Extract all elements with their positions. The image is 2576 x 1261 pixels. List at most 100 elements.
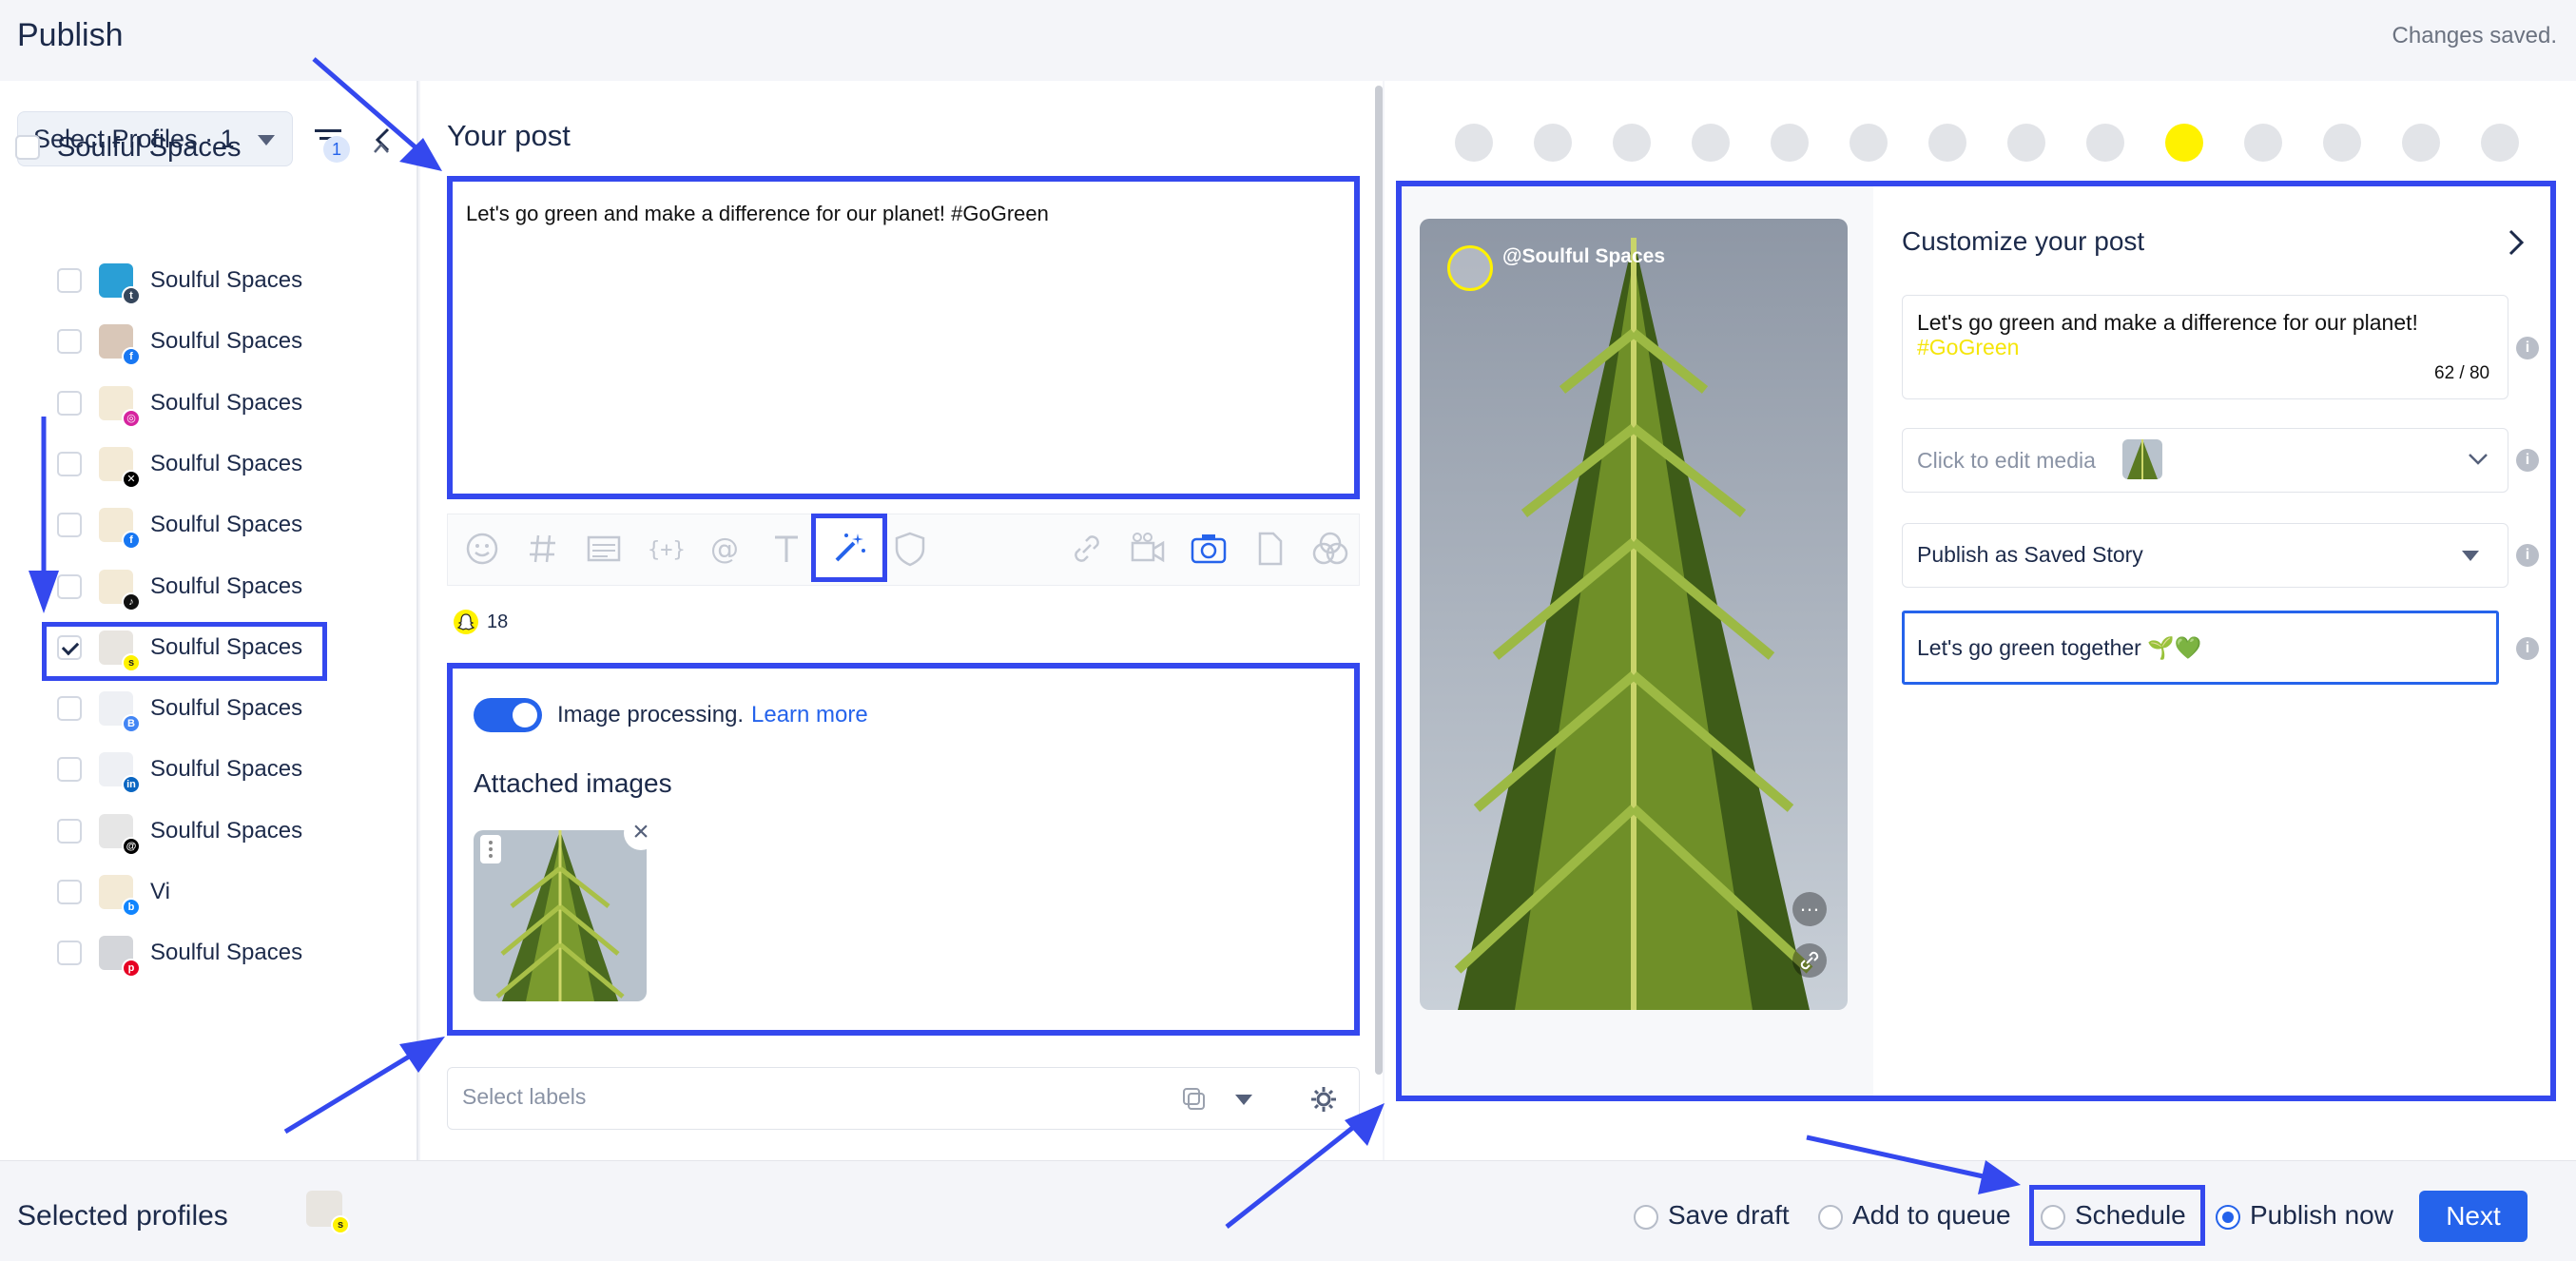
selected-profiles-label: Selected profiles	[17, 1200, 228, 1232]
info-icon[interactable]: i	[2516, 637, 2539, 660]
document-icon[interactable]	[1249, 528, 1290, 570]
publish-now-label[interactable]: Publish now	[2250, 1200, 2393, 1231]
publish-now-radio[interactable]	[2216, 1205, 2240, 1230]
profile-checkbox[interactable]	[57, 573, 82, 599]
edit-media-placeholder: Click to edit media	[1917, 448, 2096, 473]
profile-checkbox[interactable]	[57, 268, 82, 293]
profile-avatar: ✕	[99, 446, 141, 489]
tumblr-tab-icon[interactable]	[2323, 124, 2361, 162]
instagram-tab-icon[interactable]	[1534, 124, 1572, 162]
gmb-post-tab-icon[interactable]	[2244, 124, 2282, 162]
gear-icon[interactable]	[1309, 1085, 1338, 1114]
bluesky-tab-icon[interactable]	[2481, 124, 2519, 162]
caption-hashtag: #GoGreen	[1917, 335, 2020, 359]
facebook-tab-icon[interactable]	[1455, 124, 1493, 162]
pinterest-icon: p	[122, 959, 141, 979]
profile-row-x[interactable]: ✕ Soulful Spaces	[57, 440, 371, 489]
video-icon[interactable]	[1127, 528, 1169, 570]
threads-tab-icon[interactable]	[2402, 124, 2440, 162]
profile-checkbox[interactable]	[57, 513, 82, 538]
post-text[interactable]: Let's go green and make a difference for…	[466, 202, 1049, 226]
selected-profile-avatar[interactable]: s	[306, 1191, 350, 1234]
profile-row-facebook[interactable]: f Soulful Spaces	[57, 318, 371, 367]
profile-row-threads[interactable]: @ Soulful Spaces	[57, 807, 371, 856]
learn-more-link[interactable]: Learn more	[751, 702, 868, 728]
profile-checkbox[interactable]	[57, 880, 82, 904]
shield-icon[interactable]	[889, 528, 931, 570]
profile-row-google-business[interactable]: B Soulful Spaces	[57, 685, 371, 734]
profile-checkbox[interactable]	[57, 390, 82, 416]
ai-assist-button[interactable]	[811, 514, 887, 582]
caret-down-icon[interactable]	[1235, 1095, 1252, 1105]
profile-checkbox[interactable]	[57, 696, 82, 722]
link-icon[interactable]	[1066, 528, 1108, 570]
info-icon[interactable]: i	[2516, 544, 2539, 567]
story-text-value[interactable]: Let's go green together 🌱💚	[1917, 635, 2202, 661]
bluesky-icon: b	[122, 898, 141, 917]
text-format-icon[interactable]	[765, 528, 807, 570]
canva-icon[interactable]	[1309, 528, 1351, 570]
profile-row-linkedin[interactable]: in Soulful Spaces	[57, 746, 371, 795]
threads-icon: @	[122, 836, 141, 856]
profile-checkbox[interactable]	[57, 757, 82, 783]
profile-row-bluesky[interactable]: b Vi	[57, 868, 371, 917]
info-icon[interactable]: i	[2516, 449, 2539, 472]
pinterest-tab-icon[interactable]	[2007, 124, 2045, 162]
snapchat-count: 18	[487, 611, 509, 632]
x-tab-icon[interactable]	[1692, 124, 1730, 162]
drag-handle-icon[interactable]	[480, 835, 501, 863]
linkedin-tab-icon[interactable]	[1613, 124, 1651, 162]
caption-text[interactable]: Let's go green and make a difference for…	[1917, 310, 2418, 336]
profile-checkbox[interactable]	[57, 818, 82, 844]
template-icon[interactable]	[583, 528, 625, 570]
chevron-right-icon[interactable]	[2507, 228, 2526, 257]
group-checkbox[interactable]	[15, 135, 40, 160]
chevron-up-icon[interactable]	[373, 140, 390, 157]
profile-row-tiktok[interactable]: ♪ Soulful Spaces	[57, 563, 371, 611]
profile-name: Soulful Spaces	[150, 940, 303, 966]
preview-handle: @Soulful Spaces	[1502, 245, 1666, 267]
reddit-tab-icon[interactable]	[1928, 124, 1966, 162]
profile-checkbox[interactable]	[57, 451, 82, 476]
tiktok-tab-icon[interactable]	[2086, 124, 2124, 162]
schedule-label[interactable]: Schedule	[2075, 1200, 2186, 1231]
your-post-heading: Your post	[447, 119, 571, 152]
x-icon: ✕	[122, 469, 141, 489]
profile-checkbox[interactable]	[57, 941, 82, 966]
add-to-queue-label[interactable]: Add to queue	[1852, 1200, 2011, 1231]
profile-avatar: f	[99, 508, 141, 551]
snapchat-tab-icon[interactable]	[2165, 124, 2203, 162]
profile-avatar: B	[99, 691, 141, 734]
profile-row-facebook[interactable]: f Soulful Spaces	[57, 501, 371, 551]
google-business-tab-icon[interactable]	[1850, 124, 1888, 162]
preview-link-icon[interactable]	[1792, 943, 1827, 978]
hashtag-icon[interactable]	[522, 528, 564, 570]
profile-name: Soulful Spaces	[150, 572, 303, 599]
composer-scrollbar[interactable]	[1375, 86, 1383, 1075]
selected-profile-highlight	[42, 622, 327, 681]
remove-image-close-icon[interactable]: ×	[624, 816, 658, 850]
profile-checkbox[interactable]	[57, 329, 82, 355]
mention-icon[interactable]: @	[705, 528, 746, 570]
save-draft-label[interactable]: Save draft	[1668, 1200, 1790, 1231]
save-draft-radio[interactable]	[1634, 1205, 1658, 1230]
youtube-tab-icon[interactable]	[1771, 124, 1809, 162]
copy-labels-icon[interactable]	[1180, 1085, 1209, 1114]
story-preview-image	[1420, 219, 1848, 1010]
profile-avatar: t	[99, 263, 141, 305]
variable-icon[interactable]: {+}	[644, 528, 686, 570]
add-to-queue-radio[interactable]	[1818, 1205, 1843, 1230]
save-status: Changes saved.	[2392, 23, 2557, 48]
profile-group[interactable]: Soulful Spaces 1	[15, 128, 405, 166]
profile-row-tumblr[interactable]: t Soulful Spaces	[57, 257, 371, 305]
next-button[interactable]: Next	[2419, 1191, 2528, 1242]
emoji-icon[interactable]	[461, 528, 503, 570]
profile-row-pinterest[interactable]: p Soulful Spaces	[57, 929, 371, 979]
more-options-icon[interactable]: …	[1792, 892, 1827, 926]
schedule-radio[interactable]	[2041, 1205, 2065, 1230]
profile-row-instagram[interactable]: ◎ Soulful Spaces	[57, 379, 371, 428]
profile-name: Soulful Spaces	[150, 389, 303, 416]
info-icon[interactable]: i	[2516, 337, 2539, 359]
image-processing-toggle[interactable]	[474, 698, 542, 732]
camera-icon[interactable]	[1188, 528, 1230, 570]
